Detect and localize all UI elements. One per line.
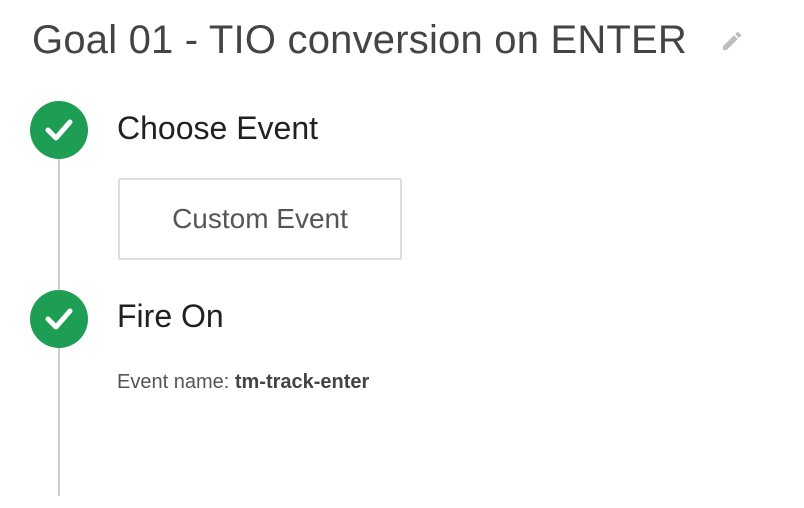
checkmark-icon [45,119,73,141]
step-2-complete-badge [30,290,88,348]
goal-editor: Goal 01 - TIO conversion on ENTER Choose… [0,0,804,508]
step-connector-2 [58,346,60,496]
goal-header: Goal 01 - TIO conversion on ENTER [32,18,744,63]
step-2-label: Fire On [117,298,224,334]
step-connector-1 [58,158,60,290]
checkmark-icon [45,308,73,330]
selected-event-label: Custom Event [172,203,348,234]
step-1-complete-badge [30,101,88,159]
event-name-value: tm-track-enter [234,371,370,393]
step-1-label: Choose Event [117,110,319,146]
selected-event-card[interactable]: Custom Event [118,178,402,260]
goal-title: Goal 01 - TIO conversion on ENTER [32,18,688,62]
event-name-label: Event name: [117,371,230,393]
event-name-row: Event name: tm-track-enter [117,371,369,394]
pencil-icon[interactable] [720,29,744,53]
